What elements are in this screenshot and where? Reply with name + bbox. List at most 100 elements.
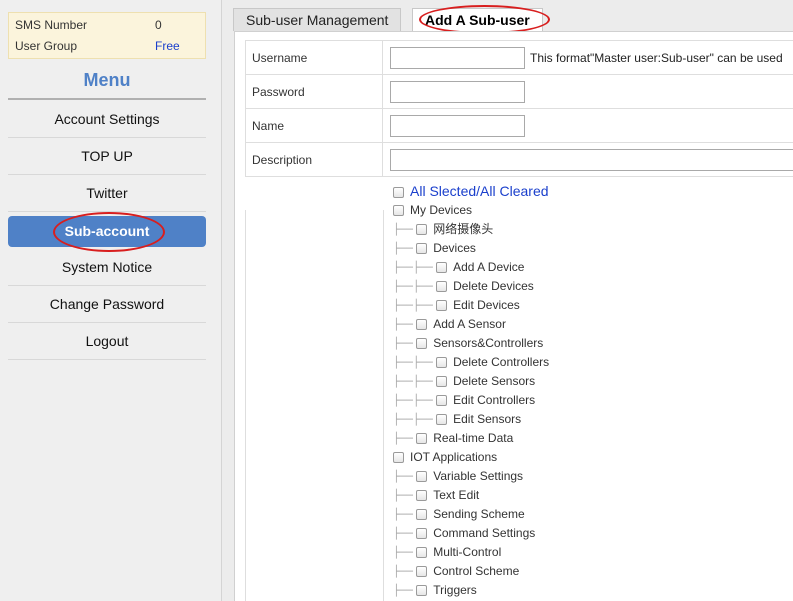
perm-label: My Devices [410, 203, 473, 217]
checkbox[interactable] [416, 547, 428, 559]
checkbox[interactable] [416, 585, 428, 597]
checkbox[interactable] [436, 395, 448, 407]
tree-connector: ├── [393, 508, 413, 522]
sms-number-value: 0 [155, 18, 162, 32]
menu-title: Menu [83, 70, 131, 90]
perm-label: Devices [433, 241, 476, 255]
form-row-description: Description [244, 142, 793, 177]
password-label: Password [244, 74, 384, 109]
checkbox[interactable] [416, 433, 428, 445]
account-info-box: SMS Number 0 User Group Free [8, 12, 206, 59]
perm-label: Triggers [433, 583, 477, 597]
password-input[interactable] [390, 80, 526, 103]
perm-label: Control Scheme [433, 564, 520, 578]
checkbox[interactable] [416, 243, 428, 255]
tab-add-sub-user[interactable]: Add A Sub-user [412, 8, 543, 32]
perm-label: Delete Sensors [453, 374, 536, 388]
checkbox[interactable] [416, 338, 428, 350]
perm-row-my-devices[interactable]: My Devices [393, 201, 472, 220]
menu-item-top-up[interactable]: TOP UP [8, 138, 206, 175]
tree-connector: ├──├── [393, 375, 433, 389]
name-label: Name [244, 108, 384, 143]
checkbox[interactable] [416, 490, 428, 502]
perm-row-edit-sensors[interactable]: ├──├── Edit Sensors [393, 410, 521, 429]
perm-row-delete-controllers[interactable]: ├──├── Delete Controllers [393, 353, 549, 372]
perm-label: Edit Devices [453, 298, 520, 312]
checkbox[interactable] [436, 376, 448, 388]
checkbox[interactable] [416, 566, 428, 578]
menu-item-logout[interactable]: Logout [8, 323, 206, 360]
description-label: Description [244, 142, 384, 177]
perm-row-triggers[interactable]: ├── Triggers [393, 581, 477, 600]
perm-row-edit-controllers[interactable]: ├──├── Edit Controllers [393, 391, 535, 410]
checkbox[interactable] [416, 509, 428, 521]
checkbox[interactable] [436, 262, 448, 274]
perm-row-select-all[interactable]: All Slected/All Cleared [393, 182, 549, 201]
perm-row-delete-devices[interactable]: ├──├── Delete Devices [393, 277, 534, 296]
tree-connector: ├──├── [393, 299, 433, 313]
tree-connector: ├──├── [393, 356, 433, 370]
perm-row-variable-settings[interactable]: ├── Variable Settings [393, 467, 523, 486]
tree-connector: ├──├── [393, 413, 433, 427]
perm-label: Variable Settings [433, 469, 524, 483]
checkbox[interactable] [416, 528, 428, 540]
menu-item-sub-account[interactable]: Sub-account [8, 216, 206, 247]
perm-row-iot-applications[interactable]: IOT Applications [393, 448, 497, 467]
menu-item-account-settings[interactable]: Account Settings [8, 101, 206, 138]
tab-sub-user-management[interactable]: Sub-user Management [233, 8, 402, 31]
menu-item-system-notice[interactable]: System Notice [8, 249, 206, 286]
sidebar: SMS Number 0 User Group Free Menu Accoun… [0, 0, 222, 601]
perm-label: Add A Device [453, 260, 525, 274]
name-input[interactable] [390, 114, 526, 137]
username-input[interactable] [390, 46, 526, 69]
perm-row-command-settings[interactable]: ├── Command Settings [393, 524, 535, 543]
user-group-value[interactable]: Free [155, 38, 180, 54]
checkbox[interactable] [436, 357, 448, 369]
perm-label[interactable]: All Slected/All Cleared [410, 183, 549, 199]
sub-user-form: Username This format"Master user:Sub-use… [244, 40, 793, 177]
perm-label: Delete Devices [453, 279, 534, 293]
checkbox[interactable] [416, 319, 428, 331]
perm-row-sending-scheme[interactable]: ├── Sending Scheme [393, 505, 525, 524]
perm-row-add-sensor[interactable]: ├── Add A Sensor [393, 315, 506, 334]
perm-row-devices[interactable]: ├── Devices [393, 239, 476, 258]
perm-label: 网络摄像头 [433, 222, 494, 236]
checkbox[interactable] [416, 224, 428, 236]
menu-item-twitter[interactable]: Twitter [8, 175, 206, 212]
checkbox[interactable] [436, 414, 448, 426]
tree-connector: ├── [393, 337, 413, 351]
perm-row-control-scheme[interactable]: ├── Control Scheme [393, 562, 519, 581]
perm-row-edit-devices[interactable]: ├──├── Edit Devices [393, 296, 520, 315]
checkbox[interactable] [393, 452, 404, 464]
checkbox[interactable] [436, 281, 448, 293]
user-group-label: User Group [15, 39, 78, 53]
perm-row-webcam[interactable]: ├── 网络摄像头 [393, 220, 493, 239]
form-row-password: Password [244, 74, 793, 109]
tree-connector: ├── [393, 584, 413, 598]
main-panel: Sub-user Management Add A Sub-user Usern… [222, 0, 793, 601]
perm-label: Sensors&Controllers [433, 336, 544, 350]
perm-label: IOT Applications [410, 450, 498, 464]
description-input[interactable] [390, 148, 793, 171]
checkbox-select-all[interactable] [393, 186, 404, 198]
menu-item-change-password[interactable]: Change Password [8, 286, 206, 323]
tree-connector: ├── [393, 527, 413, 541]
tree-connector: ├──├── [393, 261, 433, 275]
tree-connector: ├──├── [393, 394, 433, 408]
perm-row-realtime-data[interactable]: ├── Real-time Data [393, 429, 513, 448]
checkbox[interactable] [416, 471, 428, 483]
perm-row-add-device[interactable]: ├──├── Add A Device [393, 258, 524, 277]
permissions-label-cell [245, 210, 384, 601]
tree-connector: ├── [393, 546, 413, 560]
perm-label: Command Settings [433, 526, 536, 540]
perm-label: Edit Sensors [453, 412, 522, 426]
tree-connector: ├──├── [393, 280, 433, 294]
perm-row-text-edit[interactable]: ├── Text Edit [393, 486, 479, 505]
checkbox[interactable] [393, 205, 404, 217]
tree-connector: ├── [393, 470, 413, 484]
username-hint: This format"Master user:Sub-user" can be… [530, 50, 783, 65]
perm-row-delete-sensors[interactable]: ├──├── Delete Sensors [393, 372, 535, 391]
checkbox[interactable] [436, 300, 448, 312]
perm-row-sensors-controllers[interactable]: ├── Sensors&Controllers [393, 334, 543, 353]
perm-row-multi-control[interactable]: ├── Multi-Control [393, 543, 501, 562]
